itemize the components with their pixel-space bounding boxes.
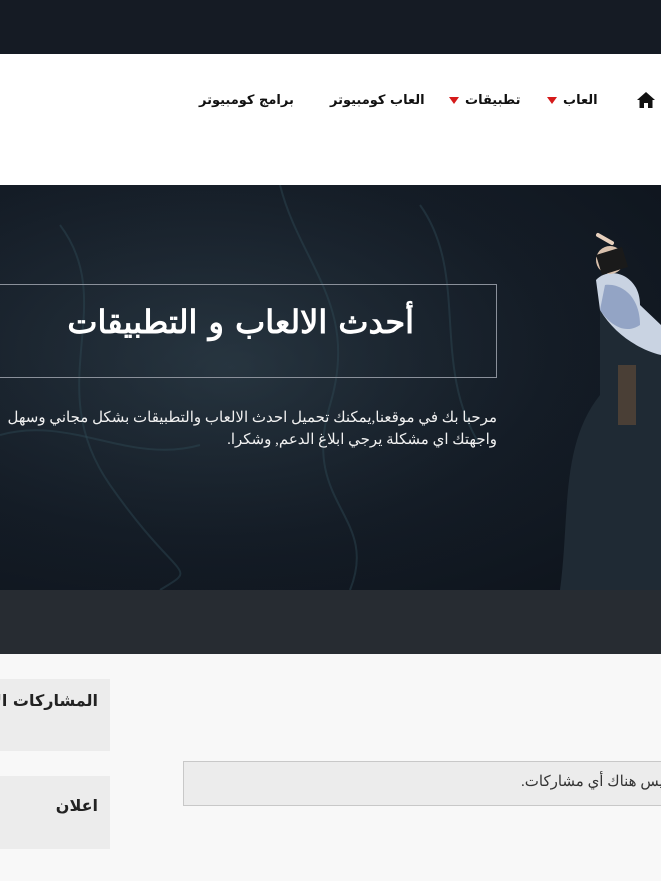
ads-title: اعلان xyxy=(55,796,98,815)
hero-description-line2: واجهتك اي مشكلة يرجي ابلاغ الدعم, وشكرا. xyxy=(227,432,497,448)
dropdown-caret-icon xyxy=(449,96,459,104)
main-navigation xyxy=(0,54,661,185)
nav-item-label: تطبيقات xyxy=(465,92,521,108)
nav-item-label: برامج كومبيوتر xyxy=(199,92,294,108)
top-bar xyxy=(0,0,661,54)
hero-description: مرحبا بك في موقعنا,يمكنك تحميل احدث الال… xyxy=(8,407,497,451)
home-icon xyxy=(637,92,655,108)
no-posts-notice: ليس هناك أي مشاركات. xyxy=(183,761,661,806)
nav-item-label: العاب كومبيوتر xyxy=(330,92,425,108)
hero-banner: أحدث الالعاب و التطبيقات مرحبا بك في موق… xyxy=(0,185,661,590)
nav-item-pc-software[interactable]: برامج كومبيوتر xyxy=(199,90,294,110)
nav-item-label: العاب xyxy=(563,92,598,108)
hero-title-box: أحدث الالعاب و التطبيقات xyxy=(0,284,497,378)
nav-home[interactable] xyxy=(636,90,656,110)
recent-posts-title: المشاركات الأخيرة xyxy=(0,691,98,710)
dropdown-caret-icon xyxy=(547,96,557,104)
recent-posts-widget: المشاركات الأخيرة xyxy=(0,679,110,751)
hero-description-line1: مرحبا بك في موقعنا,يمكنك تحميل احدث الال… xyxy=(7,410,497,426)
ads-widget: اعلان xyxy=(0,776,110,849)
hero-title: أحدث الالعاب و التطبيقات xyxy=(67,303,414,341)
nav-item-apps[interactable]: تطبيقات xyxy=(449,90,520,110)
nav-item-pc-games[interactable]: العاب كومبيوتر xyxy=(330,90,425,110)
no-posts-message: ليس هناك أي مشاركات. xyxy=(521,774,661,790)
nav-item-games[interactable]: العاب xyxy=(547,90,598,110)
hero-background-art xyxy=(0,185,661,590)
section-divider-band xyxy=(0,590,661,654)
